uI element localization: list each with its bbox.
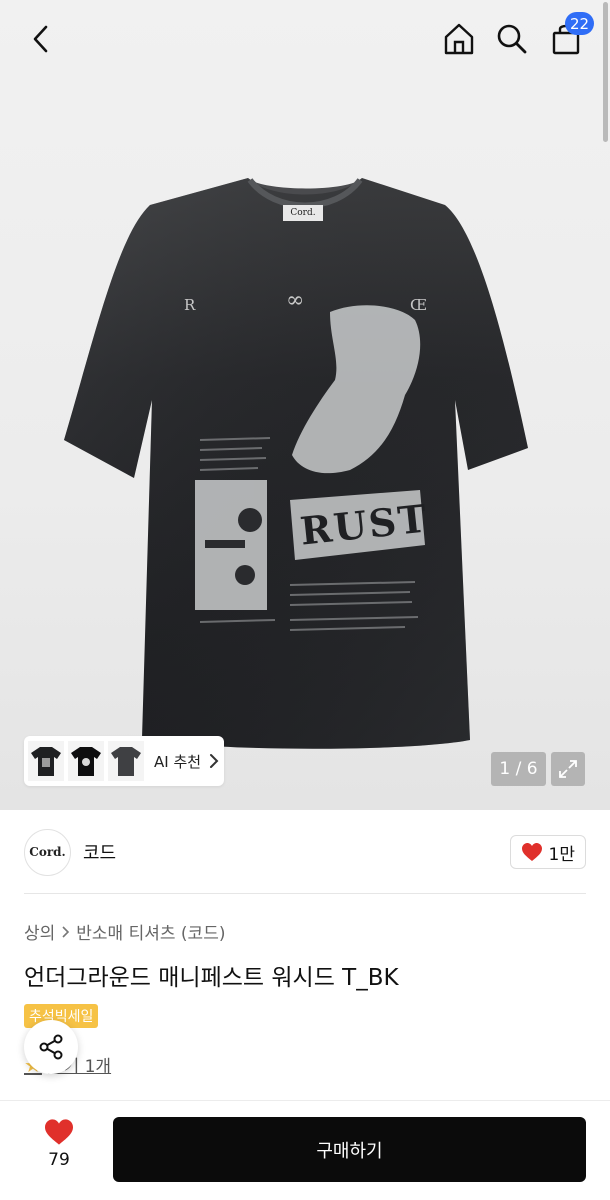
search-icon xyxy=(497,24,527,54)
wish-count: 79 xyxy=(48,1150,70,1170)
tshirt-thumb-icon xyxy=(71,747,101,776)
brand-like-button[interactable]: 1만 xyxy=(509,835,586,869)
cart-button[interactable]: 22 xyxy=(545,12,595,60)
chevron-right-icon xyxy=(62,925,70,938)
tshirt-thumb-icon xyxy=(31,747,61,776)
ai-recommend-strip[interactable]: AI 추천 xyxy=(24,736,224,786)
chevron-right-icon xyxy=(210,754,219,768)
thumbnail-1[interactable] xyxy=(28,741,64,781)
brand-row: Cord. 코드 1만 xyxy=(24,828,586,876)
divider xyxy=(24,893,586,894)
expand-image-button[interactable] xyxy=(551,752,585,786)
breadcrumb-item-top[interactable]: 상의 xyxy=(24,919,55,944)
breadcrumb-item-category[interactable]: 반소매 티셔츠 (코드) xyxy=(76,919,225,944)
tshirt-thumb-icon xyxy=(111,747,141,776)
share-icon xyxy=(39,1034,63,1060)
product-image-area[interactable]: Cord. R ∞ Œ RUST xyxy=(0,0,610,810)
chevron-left-icon xyxy=(33,25,48,53)
thumbnail-3[interactable] xyxy=(108,741,144,781)
image-counter: 1 / 6 xyxy=(491,752,546,786)
shirt-print-tag: Cord. xyxy=(290,208,316,218)
search-button[interactable] xyxy=(491,18,533,60)
back-button[interactable] xyxy=(20,18,62,60)
heart-icon xyxy=(521,843,542,861)
home-button[interactable] xyxy=(438,18,480,60)
brand-logo[interactable]: Cord. xyxy=(24,828,71,876)
product-title: 언더그라운드 매니페스트 워시드 T_BK xyxy=(24,965,399,991)
cart-count-badge: 22 xyxy=(565,12,595,35)
thumbnail-2[interactable] xyxy=(68,741,104,781)
breadcrumb: 상의 반소매 티셔츠 (코드) xyxy=(24,919,225,944)
ai-recommend-label: AI 추천 xyxy=(154,752,202,771)
top-navigation-bar: 22 xyxy=(0,0,610,80)
wish-button[interactable]: 79 xyxy=(24,1118,94,1180)
share-button[interactable] xyxy=(24,1020,78,1074)
home-icon xyxy=(444,23,474,55)
shirt-print-letter-right: Œ xyxy=(410,296,428,314)
buy-button[interactable]: 구매하기 xyxy=(113,1117,586,1182)
expand-icon xyxy=(559,760,577,778)
shirt-print-infinity: ∞ xyxy=(286,288,305,313)
brand-name[interactable]: 코드 xyxy=(83,839,116,865)
heart-icon xyxy=(45,1119,73,1145)
product-page: Cord. R ∞ Œ RUST 22 AI 추천 1 / 6 Cord. 코드… xyxy=(0,0,610,1200)
product-tshirt-image xyxy=(64,178,528,749)
shirt-print-letter-left: R xyxy=(184,296,196,314)
brand-like-count: 1만 xyxy=(548,844,575,865)
